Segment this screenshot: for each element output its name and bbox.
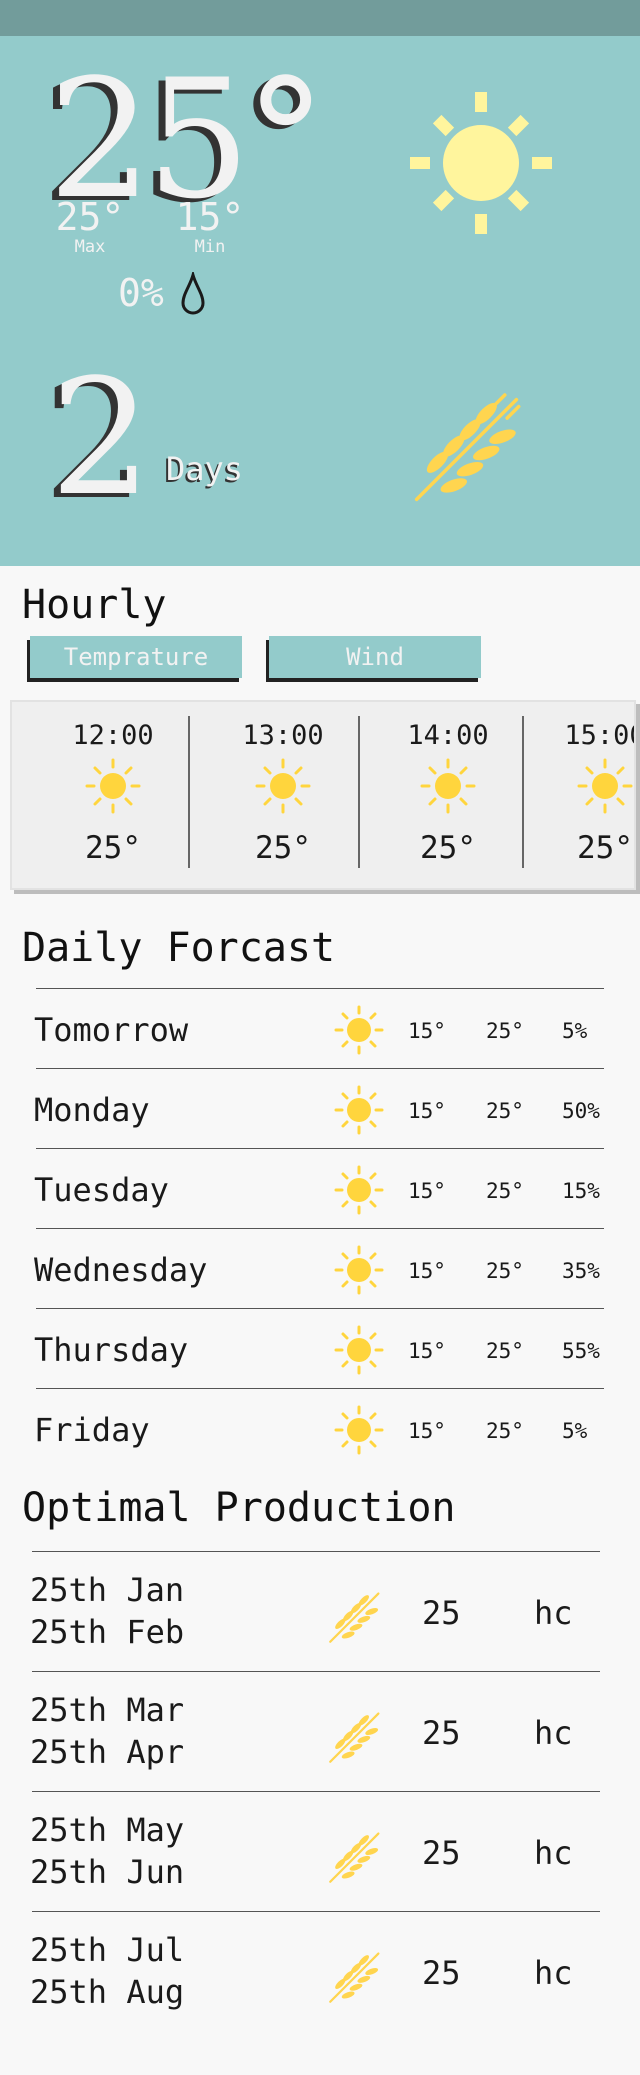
sun-icon — [334, 1165, 384, 1215]
production-start-date: 25th Mar — [30, 1691, 185, 1729]
daily-row[interactable]: Tomorrow 15° 25° 5% — [34, 988, 604, 1069]
daily-rain: 55% — [562, 1339, 600, 1363]
max-temperature-label: Max — [74, 237, 106, 257]
production-end-date: 25th Jun — [30, 1853, 185, 1891]
sun-icon — [410, 92, 552, 234]
daily-row[interactable]: Friday 15° 25° 5% — [34, 1388, 604, 1469]
daily-day: Tuesday — [34, 1171, 169, 1209]
days-label: Days — [166, 450, 244, 488]
production-value: 25 — [422, 1954, 461, 1992]
sun-icon — [255, 758, 311, 814]
production-start-date: 25th May — [30, 1811, 185, 1849]
daily-rain: 50% — [562, 1099, 600, 1123]
days-count: 2 — [50, 344, 152, 531]
daily-high: 25° — [486, 1419, 524, 1443]
daily-title: Daily Forcast — [22, 925, 336, 971]
production-end-date: 25th Apr — [30, 1733, 185, 1771]
hourly-time: 12:00 — [72, 720, 154, 751]
daily-day: Friday — [34, 1411, 150, 1449]
max-temperature-value: 25° — [55, 195, 125, 239]
production-unit: hc — [534, 1834, 573, 1872]
daily-low: 15° — [408, 1419, 446, 1443]
divider — [358, 716, 360, 868]
daily-high: 25° — [486, 1099, 524, 1123]
sun-icon — [577, 758, 633, 814]
hourly-temp: 25° — [85, 830, 141, 866]
hourly-time: 13:00 — [242, 720, 324, 751]
daily-high: 25° — [486, 1179, 524, 1203]
sun-icon — [334, 1085, 384, 1135]
wheat-icon — [329, 1952, 380, 2003]
daily-low: 15° — [408, 1179, 446, 1203]
daily-low: 15° — [408, 1339, 446, 1363]
divider — [188, 716, 190, 868]
sun-icon — [85, 758, 141, 814]
daily-rain: 35% — [562, 1259, 600, 1283]
production-start-date: 25th Jan — [30, 1571, 185, 1609]
hourly-time: 15:00 — [564, 720, 634, 751]
production-value: 25 — [422, 1594, 461, 1632]
hourly-item: 13:00 25° — [198, 702, 368, 888]
hourly-time: 14:00 — [407, 720, 489, 751]
wheat-icon — [329, 1832, 380, 1883]
production-row[interactable]: 25th May 25th Jun 25 hc — [30, 1791, 600, 1912]
daily-low: 15° — [408, 1099, 446, 1123]
sun-icon — [334, 1245, 384, 1295]
sun-icon — [334, 1405, 384, 1455]
daily-day: Thursday — [34, 1331, 189, 1369]
production-end-date: 25th Feb — [30, 1613, 185, 1651]
production-value: 25 — [422, 1714, 461, 1752]
production-unit: hc — [534, 1714, 573, 1752]
tab-wind[interactable]: Wind — [269, 636, 481, 678]
hourly-item: 14:00 25° — [363, 702, 533, 888]
daily-rain: 5% — [562, 1419, 588, 1443]
wheat-icon — [414, 393, 521, 502]
current-weather-panel: 25° 25° Max 15° Min 0% 2 Days — [0, 36, 640, 566]
production-unit: hc — [534, 1954, 573, 1992]
hourly-temp: 25° — [577, 830, 633, 866]
hourly-item: 15:00 25° — [520, 702, 634, 888]
hourly-title: Hourly — [22, 582, 167, 628]
daily-high: 25° — [486, 1019, 524, 1043]
min-temperature-label: Min — [194, 237, 226, 257]
daily-day: Tomorrow — [34, 1011, 189, 1049]
daily-row[interactable]: Tuesday 15° 25° 15% — [34, 1148, 604, 1229]
production-row[interactable]: 25th Jan 25th Feb 25 hc — [30, 1551, 600, 1672]
min-temperature-value: 15° — [175, 195, 245, 239]
daily-row[interactable]: Wednesday 15° 25° 35% — [34, 1228, 604, 1309]
sun-icon — [334, 1325, 384, 1375]
raindrop-icon — [181, 272, 205, 315]
production-unit: hc — [534, 1594, 573, 1632]
hourly-forecast-scroller[interactable]: 12:00 25° 13:00 25° 14:00 25° 15:00 25° — [10, 700, 636, 890]
production-end-date: 25th Aug — [30, 1973, 185, 2011]
hourly-item: 12:00 25° — [28, 702, 198, 888]
sun-icon — [334, 1005, 384, 1055]
daily-high: 25° — [486, 1339, 524, 1363]
hourly-temp: 25° — [420, 830, 476, 866]
daily-day: Monday — [34, 1091, 150, 1129]
daily-high: 25° — [486, 1259, 524, 1283]
production-row[interactable]: 25th Mar 25th Apr 25 hc — [30, 1671, 600, 1792]
production-row[interactable]: 25th Jul 25th Aug 25 hc — [30, 1911, 600, 2032]
daily-rain: 5% — [562, 1019, 588, 1043]
production-start-date: 25th Jul — [30, 1931, 185, 1969]
rain-chance: 0% — [118, 271, 164, 315]
sun-icon — [420, 758, 476, 814]
daily-rain: 15% — [562, 1179, 600, 1203]
daily-row[interactable]: Monday 15° 25° 50% — [34, 1068, 604, 1149]
status-bar — [0, 0, 640, 36]
wheat-icon — [329, 1712, 380, 1763]
daily-day: Wednesday — [34, 1251, 208, 1289]
max-temperature: 25° Max — [45, 198, 135, 258]
wheat-icon — [329, 1592, 380, 1643]
daily-low: 15° — [408, 1019, 446, 1043]
daily-low: 15° — [408, 1259, 446, 1283]
tab-temperature[interactable]: Temprature — [30, 636, 242, 678]
production-title: Optimal Production — [22, 1485, 456, 1531]
min-temperature: 15° Min — [165, 198, 255, 258]
production-value: 25 — [422, 1834, 461, 1872]
hourly-temp: 25° — [255, 830, 311, 866]
daily-row[interactable]: Thursday 15° 25° 55% — [34, 1308, 604, 1389]
